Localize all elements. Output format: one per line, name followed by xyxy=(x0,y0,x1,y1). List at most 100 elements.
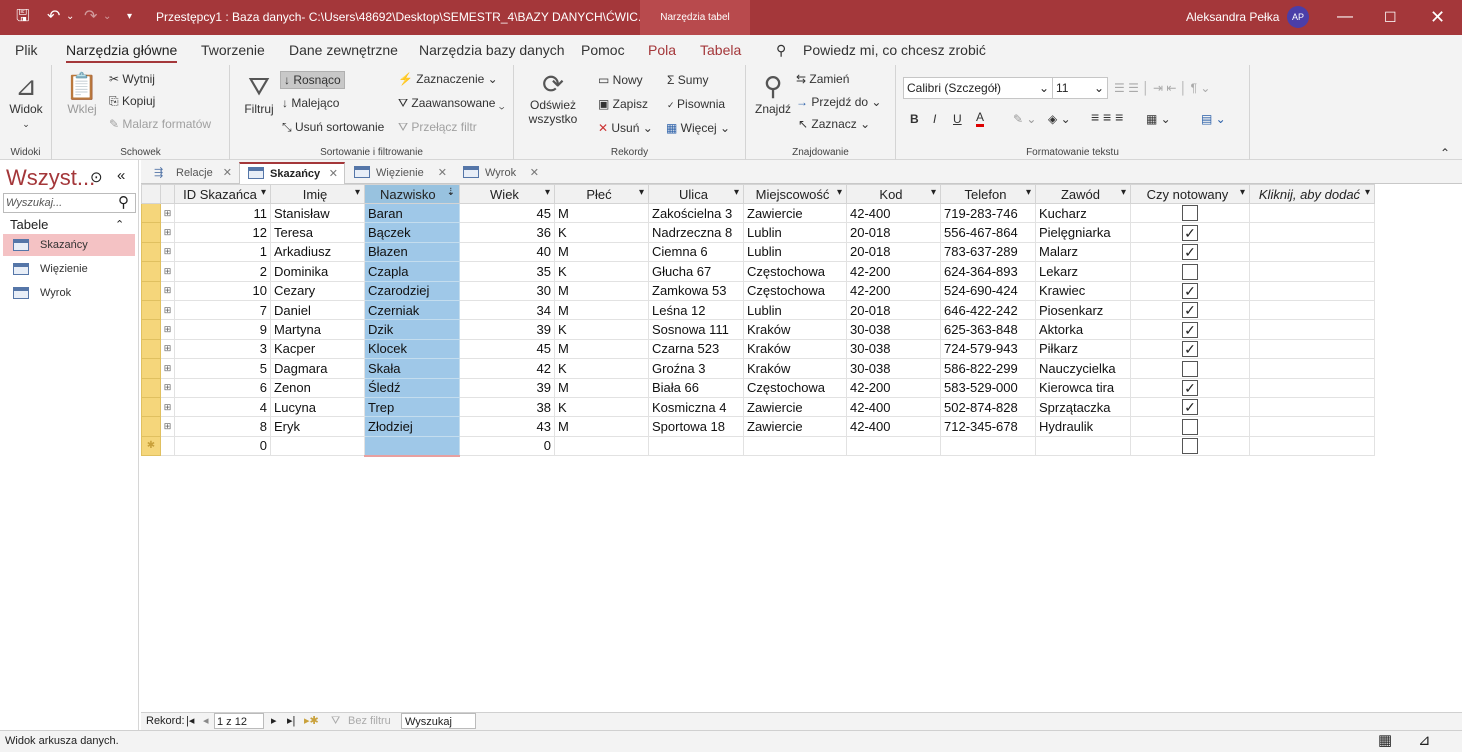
tell-me-input[interactable]: Powiedz mi, co chcesz zrobić xyxy=(803,42,986,58)
close-tab-icon[interactable]: ✕ xyxy=(329,164,338,184)
table-cell[interactable]: M xyxy=(554,202,649,224)
highlight-icon[interactable]: ✎ ⌄ xyxy=(1013,111,1036,127)
expand-icon[interactable]: ⊞ xyxy=(160,222,175,243)
table-cell[interactable]: 30-038 xyxy=(846,319,941,340)
table-cell[interactable]: 36 xyxy=(459,222,555,243)
format-painter-button[interactable]: ✎ Malarz formatów xyxy=(109,116,211,132)
collapse-ribbon-icon[interactable]: ⌃ xyxy=(1440,145,1450,161)
nav-item-wyrok[interactable]: Wyrok xyxy=(3,282,135,304)
record-selector[interactable] xyxy=(141,319,161,340)
table-cell[interactable]: Bączek xyxy=(364,222,460,243)
checkbox-cell[interactable] xyxy=(1130,358,1250,379)
table-cell[interactable]: M xyxy=(554,416,649,437)
tab-wiezienie[interactable]: Więzienie ✕ xyxy=(345,162,454,184)
empty-add-cell[interactable] xyxy=(1249,261,1375,282)
table-cell[interactable]: Kraków xyxy=(743,338,847,360)
expand-icon[interactable]: ⊞ xyxy=(160,280,175,301)
column-header[interactable]: ID Skazańca ▾ xyxy=(174,184,271,204)
table-cell[interactable]: 39 xyxy=(459,319,555,340)
table-cell[interactable] xyxy=(743,435,847,457)
table-cell[interactable]: Częstochowa xyxy=(743,261,847,282)
table-cell[interactable]: Częstochowa xyxy=(743,377,847,398)
table-cell[interactable]: 502-874-828 xyxy=(940,396,1036,418)
table-row[interactable]: ⊞ 3 Kacper Klocek 45 M Czarna 523 Kraków 30-038 7… xyxy=(141,338,1375,360)
table-cell[interactable]: Baran xyxy=(364,202,460,224)
expand-icon[interactable]: ⊞ xyxy=(160,338,175,360)
empty-add-cell[interactable] xyxy=(1249,358,1375,379)
design-view-icon[interactable]: ⊿ xyxy=(1418,731,1431,751)
table-cell[interactable]: Arkadiusz xyxy=(270,241,365,263)
gridlines-icon[interactable]: ▦ ⌄ xyxy=(1146,111,1171,127)
copy-button[interactable]: ⎘ Kopiuj xyxy=(109,93,155,109)
column-dropdown-icon[interactable]: ▾ xyxy=(931,187,936,198)
expand-icon[interactable]: ⊞ xyxy=(160,377,175,398)
table-cell[interactable]: Piłkarz xyxy=(1035,338,1131,360)
table-cell[interactable]: 724-579-943 xyxy=(940,338,1036,360)
record-selector[interactable] xyxy=(141,358,161,379)
font-name-select[interactable]: Calibri (Szczegół) ⌄ xyxy=(903,77,1053,99)
table-cell[interactable]: Lublin xyxy=(743,241,847,263)
checkbox-cell[interactable] xyxy=(1130,416,1250,437)
table-cell[interactable]: Lublin xyxy=(743,222,847,243)
table-cell[interactable]: 42-200 xyxy=(846,377,941,398)
table-cell[interactable]: 7 xyxy=(174,299,271,321)
table-cell[interactable]: 783-637-289 xyxy=(940,241,1036,263)
table-cell[interactable]: 624-364-893 xyxy=(940,261,1036,282)
table-cell[interactable]: Czarna 523 xyxy=(648,338,744,360)
table-cell[interactable]: 4 xyxy=(174,396,271,418)
table-cell[interactable]: Czerniak xyxy=(364,299,460,321)
close-tab-icon[interactable]: ✕ xyxy=(530,163,539,183)
column-dropdown-icon[interactable]: ▾ xyxy=(837,187,842,198)
checkbox-checked[interactable]: ✓ xyxy=(1182,399,1198,416)
table-row[interactable]: ⊞ 5 Dagmara Skała 42 K Groźna 3 Kraków 30-038 586… xyxy=(141,358,1375,379)
table-cell[interactable]: M xyxy=(554,280,649,301)
table-cell[interactable]: M xyxy=(554,299,649,321)
tab-help[interactable]: Pomoc xyxy=(581,42,625,58)
table-cell[interactable]: Daniel xyxy=(270,299,365,321)
table-cell[interactable]: Hydraulik xyxy=(1035,416,1131,437)
table-cell[interactable]: 556-467-864 xyxy=(940,222,1036,243)
tab-create[interactable]: Tworzenie xyxy=(201,42,265,58)
record-selector[interactable] xyxy=(141,202,161,224)
checkbox-cell[interactable]: ✓ xyxy=(1130,222,1250,243)
table-cell[interactable] xyxy=(648,435,744,457)
table-cell[interactable]: 42 xyxy=(459,358,555,379)
checkbox-checked[interactable]: ✓ xyxy=(1182,283,1198,300)
table-cell[interactable]: Pielęgniarka xyxy=(1035,222,1131,243)
checkbox-cell[interactable]: ✓ xyxy=(1130,396,1250,418)
table-cell[interactable]: Groźna 3 xyxy=(648,358,744,379)
table-cell[interactable]: M xyxy=(554,338,649,360)
empty-add-cell[interactable] xyxy=(1249,396,1375,418)
table-cell[interactable]: Kacper xyxy=(270,338,365,360)
table-cell[interactable]: 39 xyxy=(459,377,555,398)
view-button[interactable]: ⊿ Widok ⌄ xyxy=(5,70,47,131)
replace-button[interactable]: ⇆ Zamień xyxy=(796,71,849,87)
table-cell[interactable]: K xyxy=(554,222,649,243)
checkbox-unchecked[interactable] xyxy=(1182,263,1198,280)
table-cell[interactable]: Zakościelna 3 xyxy=(648,202,744,224)
table-cell[interactable]: 524-690-424 xyxy=(940,280,1036,301)
table-cell[interactable] xyxy=(554,435,649,457)
new-record-icon[interactable]: ▸✱ xyxy=(304,713,319,729)
new-record-row[interactable]: ✱ 0 0 xyxy=(141,435,1375,457)
table-cell[interactable]: 11 xyxy=(174,202,271,224)
table-cell[interactable]: 1 xyxy=(174,241,271,263)
prev-record-icon[interactable]: ◂ xyxy=(203,713,209,729)
empty-add-cell[interactable] xyxy=(1249,338,1375,360)
checkbox-cell[interactable]: ✓ xyxy=(1130,280,1250,301)
sort-ascending-button[interactable]: ↓ Rosnąco xyxy=(280,71,345,89)
nav-item-wiezienie[interactable]: Więzienie xyxy=(3,258,135,280)
column-dropdown-icon[interactable]: ▾ xyxy=(639,187,644,198)
nav-search-input[interactable]: Wyszukaj... xyxy=(3,193,136,213)
nav-section-tables[interactable]: Tabele xyxy=(10,217,48,232)
table-cell[interactable]: K xyxy=(554,261,649,282)
empty-add-cell[interactable] xyxy=(1249,222,1375,243)
cut-button[interactable]: ✂ Wytnij xyxy=(109,71,155,87)
checkbox-unchecked[interactable] xyxy=(1182,360,1198,377)
table-cell[interactable]: Teresa xyxy=(270,222,365,243)
record-selector[interactable] xyxy=(141,222,161,243)
table-cell[interactable]: Trep xyxy=(364,396,460,418)
table-cell[interactable]: Leśna 12 xyxy=(648,299,744,321)
delete-record-button[interactable]: ✕ Usuń ⌄ xyxy=(598,120,653,136)
checkbox-checked[interactable]: ✓ xyxy=(1182,302,1198,319)
